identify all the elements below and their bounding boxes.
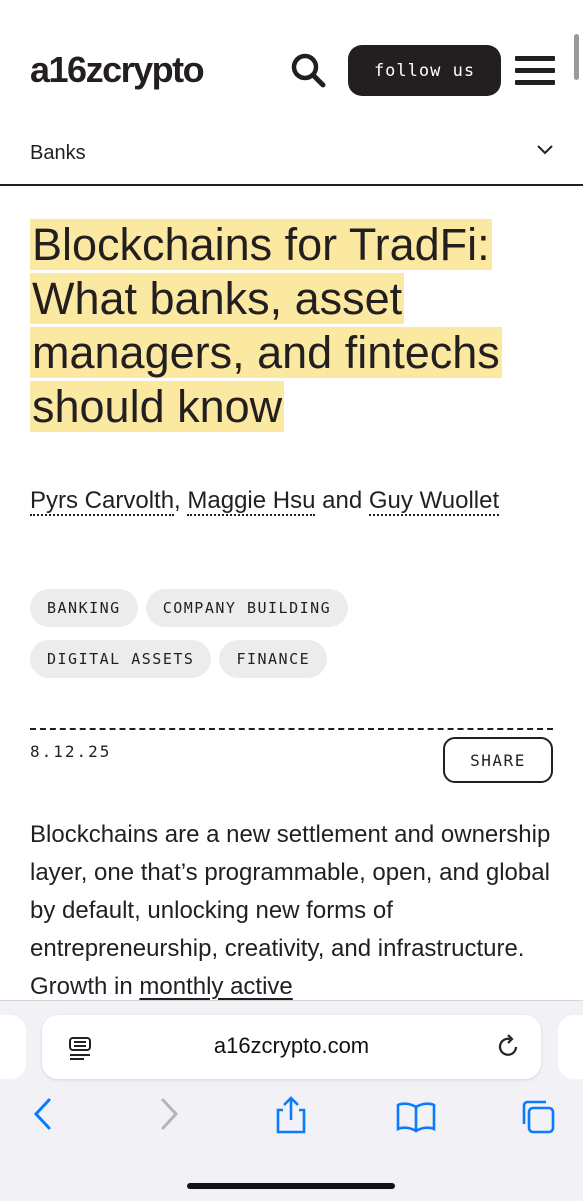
author-link[interactable]: Guy Wuollet: [368, 487, 500, 516]
follow-us-button[interactable]: follow us: [348, 45, 501, 96]
browser-toolbar: a16zcrypto.com: [0, 1000, 583, 1201]
tag-finance[interactable]: FINANCE: [219, 640, 328, 678]
body-link[interactable]: monthly active: [139, 973, 292, 1000]
search-icon[interactable]: [288, 50, 328, 90]
tabs-icon[interactable]: [520, 1099, 556, 1135]
author-separator: ,: [174, 487, 188, 514]
reload-icon[interactable]: [496, 1034, 522, 1060]
tag-company-building[interactable]: COMPANY BUILDING: [145, 589, 349, 627]
url-text: a16zcrypto.com: [213, 1033, 370, 1058]
tag-list: BANKING COMPANY BUILDING DIGITAL ASSETS FI…: [30, 589, 570, 691]
tag-banking[interactable]: BANKING: [30, 589, 138, 627]
dashed-divider: [30, 728, 553, 730]
back-icon[interactable]: [32, 1097, 54, 1131]
forward-icon[interactable]: [158, 1097, 180, 1131]
article-title-text: Blockchains for TradFi: What banks, asse…: [30, 219, 502, 432]
author-byline: Pyrs Carvolth, Maggie Hsu and Guy Wuolle…: [30, 482, 550, 519]
next-tab-preview[interactable]: [558, 1015, 583, 1079]
topic-dropdown[interactable]: Banks: [0, 128, 583, 186]
previous-tab-preview[interactable]: [0, 1015, 26, 1079]
menu-icon[interactable]: [515, 56, 555, 86]
article-title: Blockchains for TradFi: What banks, asse…: [30, 218, 560, 434]
publish-date: 8.12.25: [30, 742, 112, 761]
bookmarks-icon[interactable]: [396, 1101, 436, 1133]
share-icon[interactable]: [274, 1095, 308, 1135]
author-link[interactable]: Pyrs Carvolth: [30, 487, 175, 516]
tag-digital-assets[interactable]: DIGITAL ASSETS: [30, 640, 212, 678]
scrollbar-thumb[interactable]: [574, 34, 579, 80]
author-separator: and: [315, 487, 369, 514]
address-bar[interactable]: a16zcrypto.com: [42, 1015, 541, 1079]
site-header: a16zcrypto follow us: [0, 0, 583, 130]
share-button[interactable]: SHARE: [443, 737, 553, 783]
topic-dropdown-label: Banks: [30, 142, 86, 164]
home-indicator[interactable]: [187, 1183, 395, 1189]
chevron-down-icon: [537, 145, 553, 155]
site-logo[interactable]: a16zcrypto: [30, 46, 205, 94]
author-link[interactable]: Maggie Hsu: [187, 487, 316, 516]
article-body: Blockchains are a new settlement and own…: [30, 816, 555, 1006]
